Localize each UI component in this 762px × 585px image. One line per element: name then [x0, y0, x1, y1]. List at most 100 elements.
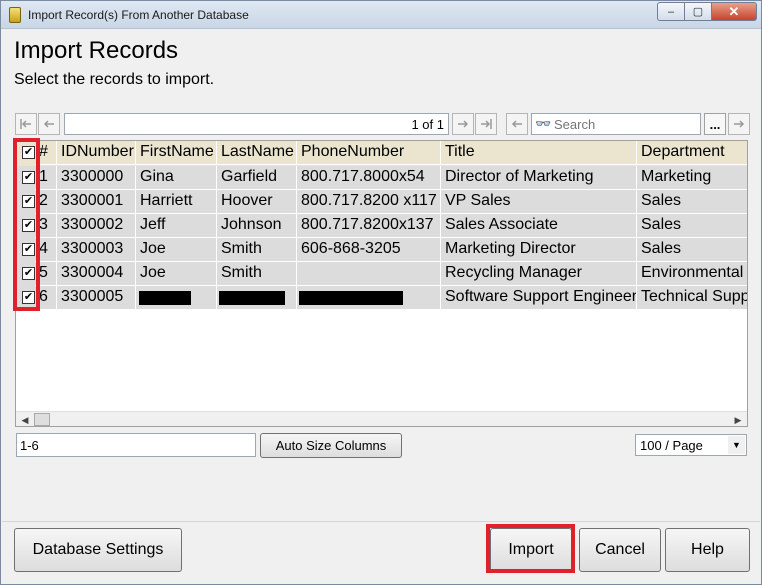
search-box[interactable]: 👓 — [531, 113, 701, 135]
column-header-title[interactable]: Title — [441, 141, 637, 165]
redaction-bar — [299, 291, 403, 305]
row-checkbox[interactable]: ✔ — [22, 243, 35, 256]
row-number: 5 — [35, 262, 57, 286]
previous-page-icon — [43, 120, 54, 128]
table-row[interactable]: ✔ 2 3300001 Harriett Hoover 800.717.8200… — [16, 190, 747, 214]
cell-idnumber: 3300001 — [57, 190, 136, 214]
page-size-select[interactable]: 100 / Page ▼ — [635, 434, 747, 456]
row-checkbox[interactable]: ✔ — [22, 171, 35, 184]
cell-department: Environmental S — [637, 262, 747, 286]
range-input[interactable] — [16, 433, 256, 457]
table-row[interactable]: ✔ 1 3300000 Gina Garfield 800.717.8000x5… — [16, 166, 747, 190]
page-title: Import Records — [14, 37, 179, 64]
import-dialog: Import Record(s) From Another Database –… — [0, 0, 762, 585]
window-title: Import Record(s) From Another Database — [28, 8, 249, 22]
row-number: 2 — [35, 190, 57, 214]
scroll-thumb[interactable] — [34, 413, 50, 426]
cell-lastname — [217, 286, 297, 310]
cell-department: Sales — [637, 214, 747, 238]
database-settings-button[interactable]: Database Settings — [14, 528, 182, 572]
cell-idnumber: 3300003 — [57, 238, 136, 262]
cell-title: VP Sales — [441, 190, 637, 214]
row-checkbox[interactable]: ✔ — [22, 291, 35, 304]
row-number: 4 — [35, 238, 57, 262]
title-bar[interactable]: Import Record(s) From Another Database –… — [1, 1, 761, 29]
previous-page-button[interactable] — [38, 113, 60, 135]
table-row[interactable]: ✔ 6 3300005 Software Support Engineer Te… — [16, 286, 747, 310]
cell-title: Director of Marketing — [441, 166, 637, 190]
auto-size-columns-button[interactable]: Auto Size Columns — [260, 433, 402, 458]
redaction-bar — [219, 291, 285, 305]
table-row[interactable]: ✔ 5 3300004 Joe Smith Recycling Manager … — [16, 262, 747, 286]
close-button[interactable]: ✕ — [711, 2, 757, 21]
forward-icon — [734, 120, 745, 128]
column-header-lastname[interactable]: LastName — [217, 141, 297, 165]
column-header-phonenumber[interactable]: PhoneNumber — [297, 141, 441, 165]
search-forward-button[interactable] — [728, 113, 750, 135]
cell-firstname: Joe — [136, 238, 217, 262]
cell-lastname: Garfield — [217, 166, 297, 190]
cell-idnumber: 3300004 — [57, 262, 136, 286]
chevron-down-icon: ▼ — [728, 436, 745, 454]
cell-phonenumber: 800.717.8200 x117 — [297, 190, 441, 214]
back-icon — [511, 120, 522, 128]
row-number: 1 — [35, 166, 57, 190]
window-controls: – ▢ ✕ — [657, 2, 757, 21]
database-icon — [9, 7, 21, 23]
first-page-button[interactable] — [15, 113, 37, 135]
first-page-icon — [20, 119, 31, 129]
search-input[interactable] — [552, 116, 698, 133]
cell-firstname: Jeff — [136, 214, 217, 238]
cell-lastname: Hoover — [217, 190, 297, 214]
redaction-bar — [139, 291, 191, 305]
column-header-department[interactable]: Department — [637, 141, 747, 165]
horizontal-scrollbar[interactable]: ◀ ▶ — [16, 411, 747, 426]
import-button[interactable]: Import — [490, 528, 572, 572]
cell-lastname: Smith — [217, 238, 297, 262]
table-row[interactable]: ✔ 3 3300002 Jeff Johnson 800.717.8200x13… — [16, 214, 747, 238]
cell-phonenumber — [297, 286, 441, 310]
cell-department: Technical Suppo — [637, 286, 747, 310]
row-checkbox[interactable]: ✔ — [22, 195, 35, 208]
select-all-checkbox[interactable]: ✔ — [22, 146, 35, 159]
column-header-firstname[interactable]: FirstName — [136, 141, 217, 165]
cell-firstname: Harriett — [136, 190, 217, 214]
cell-department: Sales — [637, 190, 747, 214]
column-header-number[interactable]: # — [35, 141, 57, 165]
cell-idnumber: 3300005 — [57, 286, 136, 310]
scroll-left-icon[interactable]: ◀ — [17, 413, 33, 426]
minimize-button[interactable]: – — [657, 2, 684, 21]
cell-lastname: Smith — [217, 262, 297, 286]
records-grid: ✔ # IDNumber FirstName LastName PhoneNum… — [15, 140, 748, 427]
next-page-icon — [458, 120, 469, 128]
cancel-button[interactable]: Cancel — [579, 528, 661, 572]
divider — [2, 521, 760, 522]
grid-header: ✔ # IDNumber FirstName LastName PhoneNum… — [16, 141, 747, 166]
search-options-button[interactable]: ... — [704, 113, 726, 135]
cell-title: Software Support Engineer — [441, 286, 637, 310]
search-back-button[interactable] — [506, 113, 528, 135]
last-page-icon — [481, 119, 492, 129]
maximize-button[interactable]: ▢ — [684, 2, 711, 21]
cell-firstname: Joe — [136, 262, 217, 286]
row-checkbox[interactable]: ✔ — [22, 267, 35, 280]
cell-firstname — [136, 286, 217, 310]
cell-lastname: Johnson — [217, 214, 297, 238]
cell-phonenumber — [297, 262, 441, 286]
row-number: 6 — [35, 286, 57, 310]
last-page-button[interactable] — [475, 113, 497, 135]
cell-phonenumber: 606-868-3205 — [297, 238, 441, 262]
row-checkbox[interactable]: ✔ — [22, 219, 35, 232]
cell-firstname: Gina — [136, 166, 217, 190]
next-page-button[interactable] — [452, 113, 474, 135]
cell-department: Sales — [637, 238, 747, 262]
cell-phonenumber: 800.717.8000x54 — [297, 166, 441, 190]
scroll-right-icon[interactable]: ▶ — [730, 413, 746, 426]
cell-phonenumber: 800.717.8200x137 — [297, 214, 441, 238]
page-indicator: 1 of 1 — [64, 113, 449, 135]
binoculars-icon: 👓 — [535, 116, 552, 131]
help-button[interactable]: Help — [665, 528, 750, 572]
cell-department: Marketing — [637, 166, 747, 190]
column-header-idnumber[interactable]: IDNumber — [57, 141, 136, 165]
table-row[interactable]: ✔ 4 3300003 Joe Smith 606-868-3205 Marke… — [16, 238, 747, 262]
